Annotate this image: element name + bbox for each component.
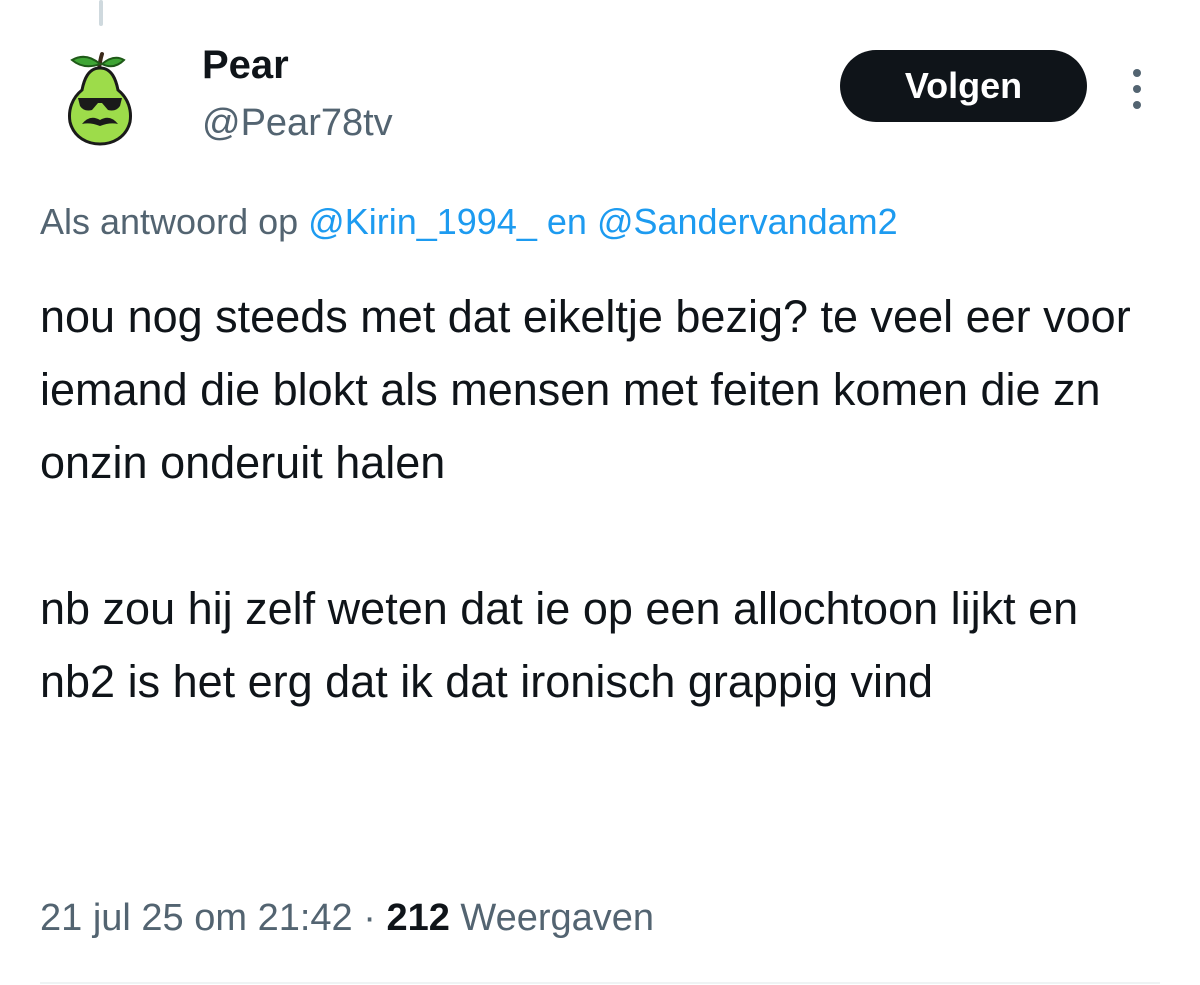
views-label: Weergaven [460,897,655,939]
tweet-text: nou nog steeds met dat eikeltje bezig? t… [40,280,1160,718]
views-count: 212 [386,897,450,939]
mention-link-sandervandam[interactable]: @Sandervandam2 [597,201,898,242]
author-handle[interactable]: @Pear78tv [202,98,393,148]
tweet-paragraph: nb zou hij zelf weten dat ie op een allo… [40,583,1079,707]
divider [40,982,1160,984]
thread-connector-line [99,0,103,26]
reply-connector: en [546,201,587,242]
meta-separator: · [363,897,376,939]
author-display-name[interactable]: Pear [202,40,289,90]
reply-context: Als antwoord op @Kirin_1994_ en @Sanderv… [40,196,898,248]
tweet-meta: 21 jul 25 om 21:42 · 212 Weergaven [40,890,654,946]
reply-prefix: Als antwoord op [40,201,299,242]
mention-link-kirin[interactable]: @Kirin_1994_ [308,201,537,242]
pear-avatar-icon [68,52,132,146]
more-options-icon[interactable] [1122,64,1152,114]
tweet-paragraph: nou nog steeds met dat eikeltje bezig? t… [40,291,1131,488]
follow-button[interactable]: Volgen [840,50,1087,122]
avatar[interactable] [50,48,150,148]
tweet-timestamp[interactable]: 21 jul 25 om 21:42 [40,897,353,939]
